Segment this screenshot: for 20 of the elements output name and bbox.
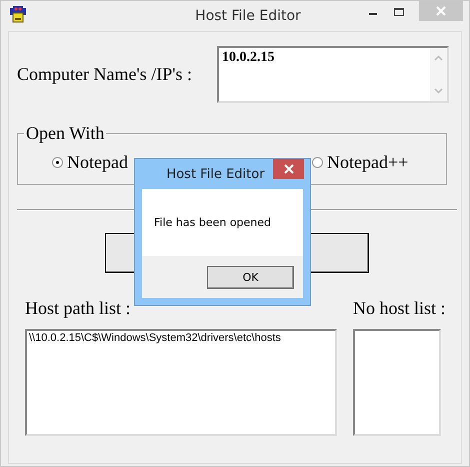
- dialog-title: Host File Editor: [166, 166, 265, 182]
- close-icon: [436, 6, 446, 16]
- close-button[interactable]: [273, 159, 304, 179]
- maximize-icon[interactable]: [393, 7, 405, 17]
- window-title: Host File Editor: [194, 8, 301, 24]
- radio-label: Notepad: [67, 152, 128, 173]
- radio-button[interactable]: [312, 157, 323, 168]
- list-item[interactable]: \\10.0.2.15\C$\Windows\System32\drivers\etc\hosts: [27, 331, 335, 345]
- field-label: Computer Name's /IP's :: [17, 64, 193, 85]
- no-host-list[interactable]: [353, 329, 441, 436]
- list-label: Host path list :: [25, 298, 132, 319]
- radio-label: Notepad++: [326, 152, 408, 173]
- group-title: Open With: [25, 123, 106, 144]
- ok-button[interactable]: OK: [207, 266, 294, 288]
- radio-button[interactable]: [52, 157, 63, 168]
- host-path-list[interactable]: \\10.0.2.15\C$\Windows\System32\drivers\etc\hosts: [25, 329, 337, 436]
- robot-icon: [10, 6, 26, 23]
- dialog-message: File has been opened: [154, 216, 272, 229]
- list-label: No host list :: [353, 298, 446, 319]
- close-icon: [284, 164, 294, 174]
